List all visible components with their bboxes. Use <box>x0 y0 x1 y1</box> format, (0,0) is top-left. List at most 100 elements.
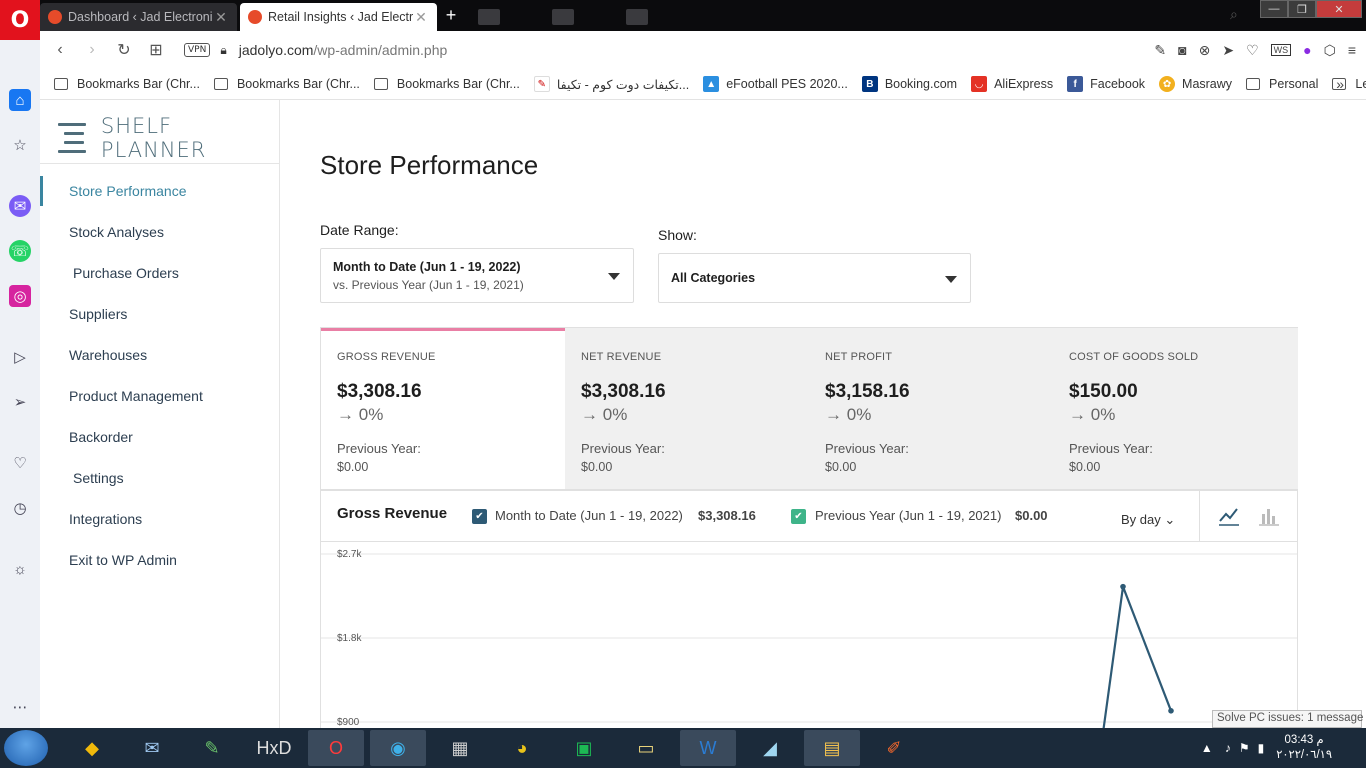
vpn-badge[interactable]: VPN <box>184 43 211 57</box>
kpi-prev-value: $0.00 <box>825 460 857 474</box>
forward-icon[interactable]: › <box>76 41 108 59</box>
lock-icon[interactable]: 🔒︎ <box>220 43 226 58</box>
reload-icon[interactable]: ↻ <box>108 40 140 60</box>
history-icon[interactable]: ◷ <box>9 497 31 519</box>
speed-dial-icon[interactable]: ☆ <box>9 134 31 156</box>
binance-icon[interactable]: ◆ <box>64 730 120 766</box>
more-bookmarks-icon[interactable]: » <box>1336 76 1344 92</box>
network-icon[interactable]: ▮ <box>1258 741 1265 755</box>
heart-icon[interactable]: ♡ <box>9 452 31 474</box>
tracker-block-icon[interactable]: ⊗ <box>1199 42 1211 59</box>
nav-backorder[interactable]: Backorder <box>69 429 133 445</box>
page-title: Store Performance <box>320 150 539 180</box>
data-point[interactable] <box>1168 708 1174 714</box>
bookmark-label: Facebook <box>1090 77 1146 91</box>
close-tab-icon[interactable]: ✕ <box>413 9 429 26</box>
nav-store-performance[interactable]: Store Performance <box>69 183 187 199</box>
bookmark-site[interactable]: f Facebook <box>1067 76 1145 92</box>
hxd-icon[interactable]: HxD <box>246 730 302 766</box>
more-icon[interactable]: ⋯ <box>9 696 31 718</box>
nav-product-management[interactable]: Product Management <box>69 388 203 404</box>
bookmark-site[interactable]: ✿ Masrawy <box>1159 76 1232 92</box>
send-icon[interactable]: ➢ <box>9 391 31 413</box>
menu-icon[interactable]: ≡ <box>1348 42 1356 58</box>
home-icon[interactable]: ⌂ <box>9 89 31 111</box>
mail-icon[interactable]: ✉ <box>124 730 180 766</box>
notes-app-icon[interactable]: ◢ <box>742 730 798 766</box>
kpi-card-net-revenue[interactable]: NET REVENUE $3,308.16 → 0% Previous Year… <box>565 328 810 489</box>
nav-suppliers[interactable]: Suppliers <box>69 306 127 322</box>
extension-circle-icon[interactable]: ● <box>1303 42 1311 58</box>
file-explorer-icon[interactable]: ▤ <box>804 730 860 766</box>
url-field[interactable]: jadolyo.com/wp-admin/admin.php <box>239 42 448 58</box>
cube-icon[interactable]: ⬡ <box>1324 42 1336 59</box>
tab-search-icon[interactable]: ⌕ <box>1230 6 1238 23</box>
bookmark-site[interactable]: ✎ تكيفات دوت كوم - تكيفا... <box>533 76 689 92</box>
tab-dashboard[interactable]: Dashboard ‹ Jad Electronics ✕ <box>40 3 237 31</box>
notepad-icon[interactable]: ✎ <box>184 730 240 766</box>
heart-icon[interactable]: ♡ <box>1246 42 1259 59</box>
tray-expand-icon[interactable]: ▲ <box>1201 741 1213 755</box>
bar-chart-view-icon[interactable] <box>1258 505 1280 527</box>
kpi-label: COST OF GOODS SOLD <box>1069 351 1199 363</box>
bookmark-folder[interactable]: Bookmarks Bar (Chr... <box>373 77 520 91</box>
instagram-icon[interactable]: ◎ <box>9 285 31 307</box>
kpi-prev-value: $0.00 <box>581 460 613 474</box>
category-select[interactable]: All Categories <box>658 253 971 303</box>
series1-checkbox[interactable]: ✔ <box>472 509 487 524</box>
nav-purchase-orders[interactable]: Purchase Orders <box>73 265 179 281</box>
line-chart-view-icon[interactable] <box>1218 505 1240 527</box>
maximize-button[interactable]: ❐ <box>1288 0 1316 18</box>
close-window-button[interactable]: ✕ <box>1316 0 1362 18</box>
nav-settings[interactable]: Settings <box>73 470 124 486</box>
kpi-cards: GROSS REVENUE $3,308.16 → 0% Previous Ye… <box>320 327 1298 490</box>
opera-menu-icon[interactable]: O <box>0 0 40 40</box>
kpi-card-net-profit[interactable]: NET PROFIT $3,158.16 → 0% Previous Year:… <box>809 328 1054 489</box>
bookmark-folder[interactable]: Bookmarks Bar (Chr... <box>54 77 200 91</box>
whatsapp-icon[interactable]: ☏ <box>9 240 31 262</box>
lightbulb-icon[interactable]: ☼ <box>9 558 31 580</box>
bookmark-site[interactable]: ▲ eFootball PES 2020... <box>703 76 848 92</box>
nav-warehouses[interactable]: Warehouses <box>69 347 147 363</box>
close-tab-icon[interactable]: ✕ <box>213 9 229 26</box>
ws-extension-icon[interactable]: WS <box>1270 44 1292 56</box>
nav-stock-analyses[interactable]: Stock Analyses <box>69 224 164 240</box>
calculator-icon[interactable]: ▦ <box>432 730 488 766</box>
data-point[interactable] <box>1120 583 1126 590</box>
minimize-button[interactable]: — <box>1260 0 1288 18</box>
messenger-icon[interactable]: ✉ <box>9 195 31 217</box>
word-icon[interactable]: W <box>680 730 736 766</box>
new-tab-button[interactable]: + <box>441 5 461 26</box>
interval-select[interactable]: By day ⌄ <box>1121 512 1175 528</box>
send-icon[interactable]: ➤ <box>1222 42 1234 59</box>
chrome-icon[interactable]: ◕ <box>494 730 550 766</box>
tab-grid-icon[interactable]: ⊞ <box>140 40 172 60</box>
camera-icon[interactable]: ◙ <box>1178 42 1186 58</box>
app-icon[interactable]: ✐ <box>866 730 922 766</box>
bookmark-folder[interactable]: Bookmarks Bar (Chr... <box>213 77 360 91</box>
nav-exit-wp-admin[interactable]: Exit to WP Admin <box>69 552 177 568</box>
bookmark-label: Masrawy <box>1182 77 1233 91</box>
sticky-notes-icon[interactable]: ▭ <box>618 730 674 766</box>
kpi-card-cogs[interactable]: COST OF GOODS SOLD $150.00 → 0% Previous… <box>1053 328 1298 489</box>
opera-taskbar-icon[interactable]: O <box>308 730 364 766</box>
date-range-select[interactable]: Month to Date (Jun 1 - 19, 2022) vs. Pre… <box>320 248 634 303</box>
edit-icon[interactable]: ✎ <box>1154 42 1166 59</box>
bookmark-site[interactable]: B Booking.com <box>861 76 957 92</box>
bookmark-site[interactable]: ◡ AliExpress <box>971 76 1053 92</box>
tab-retail-insights[interactable]: Retail Insights ‹ Jad Electronics ✕ <box>240 3 437 31</box>
flag-icon[interactable]: ⚑ <box>1239 741 1250 755</box>
start-button[interactable] <box>4 730 48 766</box>
edge-icon[interactable]: ◉ <box>370 730 426 766</box>
back-icon[interactable]: ‹ <box>44 41 76 59</box>
kpi-delta: → 0% <box>825 405 871 425</box>
notification-toast[interactable]: Solve PC issues: 1 message <box>1212 710 1363 728</box>
series2-checkbox[interactable]: ✔ <box>791 509 806 524</box>
player-icon[interactable]: ▷ <box>9 346 31 368</box>
bookmark-folder[interactable]: Personal <box>1246 77 1318 91</box>
kpi-card-gross-revenue[interactable]: GROSS REVENUE $3,308.16 → 0% Previous Ye… <box>321 328 566 489</box>
nav-integrations[interactable]: Integrations <box>69 511 142 527</box>
clock[interactable]: 03:43 م ٢٠٢٢/٠٦/١٩ <box>1276 733 1332 763</box>
volume-icon[interactable]: ♪ <box>1225 741 1231 755</box>
shopping-app-icon[interactable]: ▣ <box>556 730 612 766</box>
